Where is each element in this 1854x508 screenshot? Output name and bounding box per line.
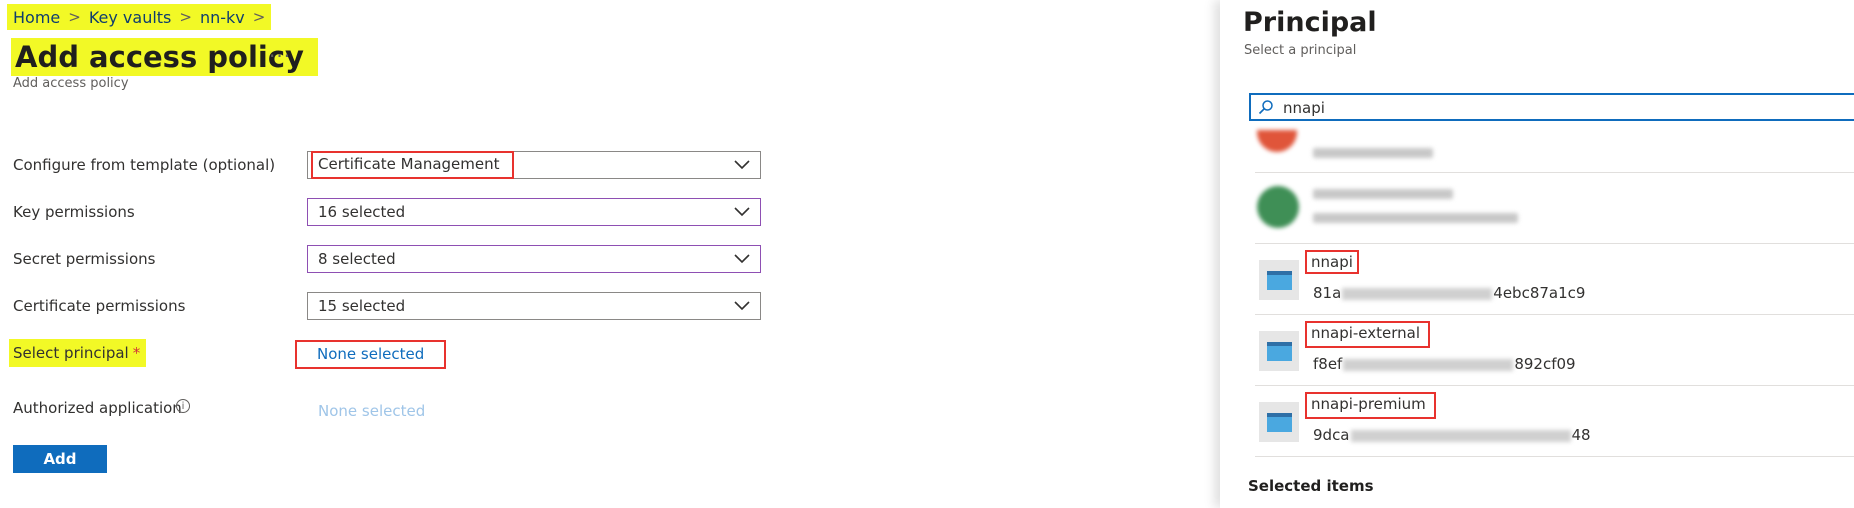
blurred-text [1313, 189, 1453, 199]
info-icon[interactable]: i [176, 399, 190, 413]
chevron-down-icon [734, 160, 750, 170]
list-item[interactable]: nnapi-premium 9dca 48 [1255, 386, 1854, 457]
key-permissions-value: 16 selected [318, 203, 406, 221]
breadcrumb-home[interactable]: Home [13, 8, 60, 27]
chevron-down-icon [734, 254, 750, 264]
authorized-app-label: Authorized application [13, 399, 182, 417]
result-name: nnapi-premium [1305, 392, 1436, 419]
page-title: Add access policy [15, 40, 304, 74]
template-value: Certificate Management [311, 151, 514, 179]
more-options-button[interactable]: ··· [269, 44, 291, 68]
result-id: 81a 4ebc87a1c9 [1313, 284, 1586, 302]
list-item[interactable]: nnapi-external f8ef 892cf09 [1255, 315, 1854, 386]
required-marker: * [132, 344, 141, 362]
list-item-blurred[interactable] [1255, 130, 1854, 173]
app-registration-icon [1259, 260, 1299, 300]
select-principal-link[interactable]: None selected [294, 340, 447, 369]
result-id: f8ef 892cf09 [1313, 355, 1576, 373]
search-icon [1258, 100, 1273, 115]
breadcrumb-separator: > [68, 8, 81, 26]
certificate-permissions-label: Certificate permissions [13, 297, 186, 315]
result-id: 9dca 48 [1313, 426, 1591, 444]
chevron-down-icon [734, 301, 750, 311]
authorized-app-link: None selected [318, 402, 426, 420]
chevron-down-icon [734, 207, 750, 217]
principal-panel: Principal Select a principal nnapi 81a4e… [1220, 0, 1854, 508]
page-subtitle: Add access policy [13, 76, 129, 91]
principal-search[interactable] [1249, 93, 1854, 121]
app-registration-icon [1259, 331, 1299, 371]
search-input[interactable] [1281, 97, 1785, 119]
avatar [1257, 186, 1299, 228]
result-name: nnapi [1305, 250, 1359, 274]
secret-permissions-value: 8 selected [318, 250, 396, 268]
panel-title: Principal [1243, 7, 1377, 38]
panel-subtitle: Select a principal [1244, 43, 1357, 58]
secret-permissions-label: Secret permissions [13, 250, 156, 268]
result-name: nnapi-external [1304, 321, 1431, 348]
template-dropdown[interactable]: Certificate Management [307, 151, 761, 179]
selected-items-heading: Selected items [1248, 477, 1374, 495]
breadcrumb-separator: > [252, 8, 266, 26]
secret-permissions-dropdown[interactable]: 8 selected [307, 245, 761, 273]
blurred-text [1313, 148, 1433, 158]
breadcrumb-key-vaults[interactable]: Key vaults [89, 8, 172, 27]
select-principal-label: Select principal * [9, 339, 147, 367]
add-button[interactable]: Add [13, 445, 107, 473]
list-item-blurred[interactable] [1255, 173, 1854, 244]
breadcrumb-vault[interactable]: nn-kv [200, 8, 245, 27]
key-permissions-dropdown[interactable]: 16 selected [307, 198, 761, 226]
certificate-permissions-value: 15 selected [318, 297, 406, 315]
breadcrumb: Home > Key vaults > nn-kv > [7, 4, 272, 30]
certificate-permissions-dropdown[interactable]: 15 selected [307, 292, 761, 320]
breadcrumb-separator: > [179, 8, 192, 26]
select-principal-text: Select principal [13, 344, 129, 362]
avatar [1257, 130, 1297, 152]
app-registration-icon [1259, 402, 1299, 442]
key-permissions-label: Key permissions [13, 203, 135, 221]
template-label: Configure from template (optional) [13, 156, 276, 174]
blurred-text [1313, 213, 1518, 223]
list-item[interactable]: nnapi 81a 4ebc87a1c9 [1255, 244, 1854, 315]
